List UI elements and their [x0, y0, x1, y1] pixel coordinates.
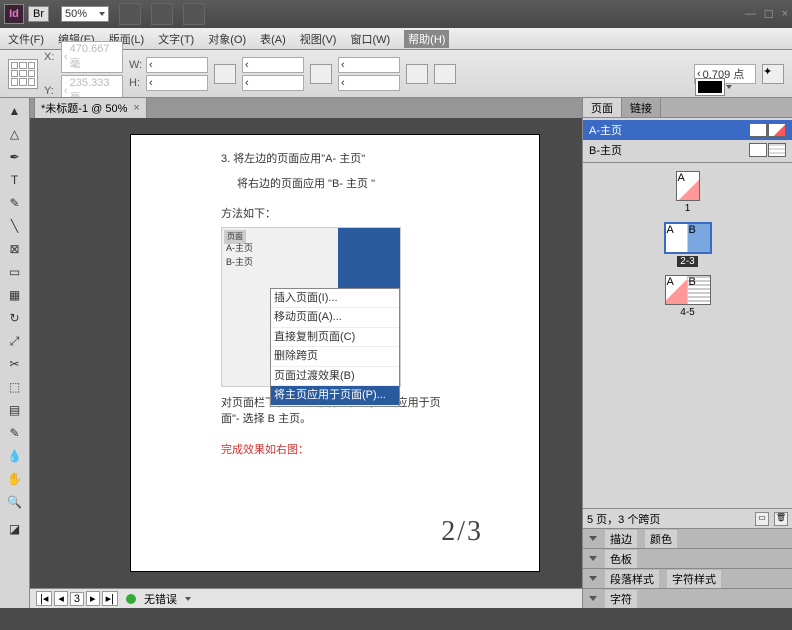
quick-apply-icon[interactable]: ✦: [762, 64, 784, 84]
menu-view[interactable]: 视图(V): [300, 31, 337, 47]
color-panel-tab[interactable]: 颜色: [645, 530, 677, 548]
scale-y-input[interactable]: ‹: [242, 75, 304, 91]
spread-1[interactable]: A 1: [676, 171, 700, 214]
prev-page-btn[interactable]: ◂: [54, 591, 68, 606]
hand-tool[interactable]: ✋: [3, 468, 27, 490]
pencil-tool[interactable]: ✎: [3, 192, 27, 214]
control-bar: X:‹470.667 毫 Y:‹235.333 毫 W:‹ H:‹ ‹ ‹ ‹ …: [0, 50, 792, 98]
view-options-icon[interactable]: [183, 3, 205, 25]
scissors-tool[interactable]: ✂: [3, 353, 27, 375]
scale-tool[interactable]: ⤢: [3, 330, 27, 352]
paragraph-styles-tab[interactable]: 段落样式: [605, 570, 659, 588]
page-number: 2/3: [441, 511, 483, 553]
note-tool[interactable]: ✎: [3, 422, 27, 444]
menu-file[interactable]: 文件(F): [8, 31, 44, 47]
swatches-panel-tab[interactable]: 色板: [605, 550, 637, 568]
rectangle-frame-tool[interactable]: ⊠: [3, 238, 27, 260]
first-page-btn[interactable]: |◂: [36, 591, 52, 606]
reference-point[interactable]: [8, 59, 38, 89]
menu-table[interactable]: 表(A): [260, 31, 286, 47]
fill-stroke-toggle[interactable]: ◪: [3, 518, 27, 540]
x-input[interactable]: ‹470.667 毫: [61, 41, 123, 73]
h-input[interactable]: ‹: [146, 75, 208, 91]
character-styles-tab[interactable]: 字符样式: [667, 570, 721, 588]
selection-tool[interactable]: ▲: [3, 100, 27, 122]
new-page-icon[interactable]: ▭: [755, 512, 769, 526]
canvas[interactable]: 3. 将左边的页面应用"A- 主页" 将右边的页面应用 "B- 主页 " 方法如…: [30, 118, 582, 588]
pages-panel-footer: 5 页，3 个跨页 ▭🗑: [583, 508, 792, 528]
pen-tool[interactable]: ✒: [3, 146, 27, 168]
preflight-text: 无错误: [144, 591, 177, 607]
rectangle-tool[interactable]: ▭: [3, 261, 27, 283]
maximize-icon[interactable]: ☐: [764, 8, 774, 21]
pages-panel-tab[interactable]: 页面: [583, 98, 622, 117]
direct-selection-tool[interactable]: △: [3, 123, 27, 145]
close-tab-icon[interactable]: ×: [133, 102, 139, 114]
menu-type[interactable]: 文字(T): [158, 31, 194, 47]
minimize-icon[interactable]: —: [745, 8, 756, 21]
type-tool[interactable]: T: [3, 169, 27, 191]
master-b-row[interactable]: B-主页: [583, 140, 792, 160]
embedded-screenshot: 页面 A-主页 B-主页 插入页面(I)... 移动页面(A)... 直接复制页…: [221, 227, 401, 387]
link-wh-icon[interactable]: [214, 64, 236, 84]
stroke-panel-tab[interactable]: 描边: [605, 530, 637, 548]
bridge-button[interactable]: Br: [28, 6, 49, 22]
master-a-row[interactable]: A-主页: [583, 120, 792, 140]
next-page-btn[interactable]: ▸: [86, 591, 100, 606]
rotate-tool[interactable]: ↻: [3, 307, 27, 329]
w-input[interactable]: ‹: [146, 57, 208, 73]
character-panel-tab[interactable]: 字符: [605, 590, 637, 608]
document-tab[interactable]: *未标题-1 @ 50%×: [34, 97, 147, 118]
zoom-select[interactable]: 50%: [61, 6, 109, 22]
flip-v-icon[interactable]: [434, 64, 456, 84]
rotate-input[interactable]: ‹: [338, 57, 400, 73]
close-icon[interactable]: ×: [782, 8, 788, 21]
page-field[interactable]: 3: [70, 592, 84, 606]
free-transform-tool[interactable]: ⬚: [3, 376, 27, 398]
link-scale-icon[interactable]: [310, 64, 332, 84]
gradient-tool[interactable]: ▤: [3, 399, 27, 421]
toolbox: ▲ △ ✒ T ✎ ╲ ⊠ ▭ ▦ ↻ ⤢ ✂ ⬚ ▤ ✎ 💧 ✋ 🔍 ◪: [0, 98, 30, 608]
links-panel-tab[interactable]: 链接: [622, 98, 661, 117]
menu-window[interactable]: 窗口(W): [350, 31, 390, 47]
app-icon: Id: [4, 4, 24, 24]
flip-h-icon[interactable]: [406, 64, 428, 84]
arrange-icon[interactable]: [151, 3, 173, 25]
spread-3[interactable]: AB 4-5: [665, 275, 711, 318]
scale-x-input[interactable]: ‹: [242, 57, 304, 73]
delete-page-icon[interactable]: 🗑: [774, 512, 788, 526]
panels: 页面 链接 A-主页 B-主页 A 1 AB 2-3 AB 4-5 5 页，3 …: [582, 98, 792, 608]
screen-mode-icon[interactable]: [119, 3, 141, 25]
fill-swatch[interactable]: [696, 79, 724, 95]
preflight-status-icon[interactable]: [126, 594, 136, 604]
menu-help[interactable]: 帮助(H): [404, 30, 449, 48]
grid-tool[interactable]: ▦: [3, 284, 27, 306]
zoom-tool[interactable]: 🔍: [3, 491, 27, 513]
shear-input[interactable]: ‹: [338, 75, 400, 91]
last-page-btn[interactable]: ▸|: [102, 591, 118, 606]
eyedropper-tool[interactable]: 💧: [3, 445, 27, 467]
page: 3. 将左边的页面应用"A- 主页" 将右边的页面应用 "B- 主页 " 方法如…: [130, 134, 540, 572]
menu-object[interactable]: 对象(O): [208, 31, 246, 47]
spread-2[interactable]: AB 2-3: [664, 222, 712, 267]
line-tool[interactable]: ╲: [3, 215, 27, 237]
status-bar: |◂ ◂ 3 ▸ ▸| 无错误: [30, 588, 582, 608]
